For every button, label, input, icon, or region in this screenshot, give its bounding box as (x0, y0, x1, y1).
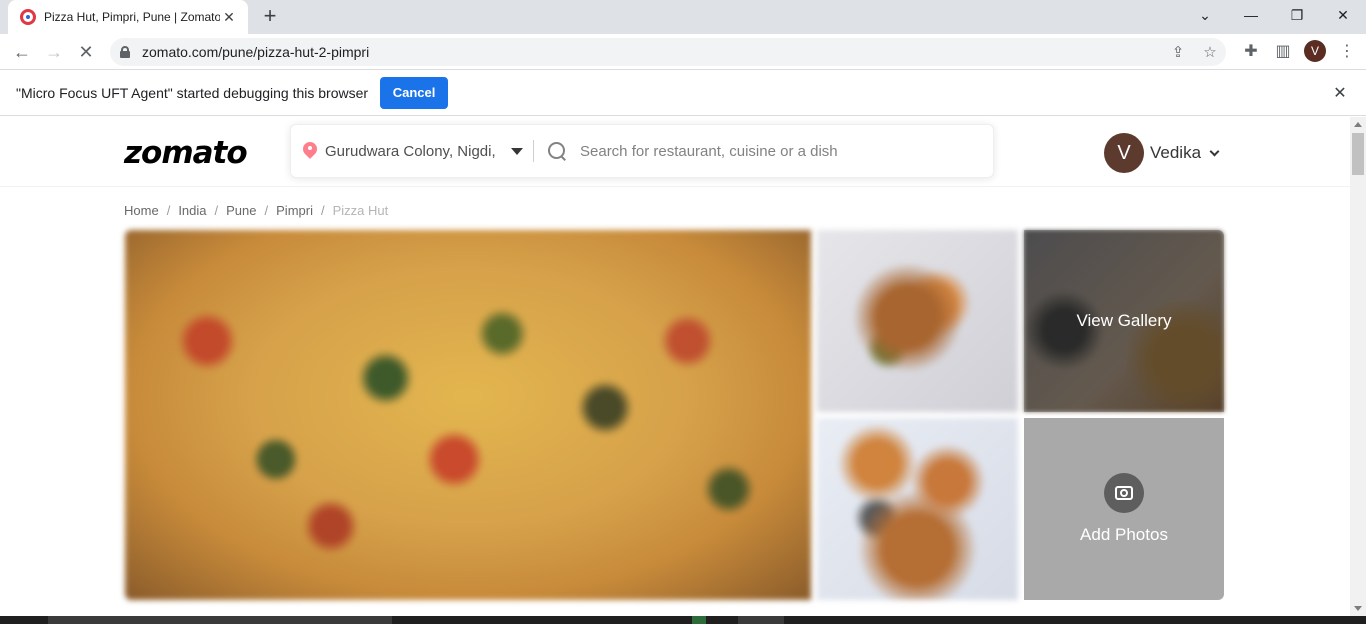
breadcrumb-pune[interactable]: Pune (226, 203, 256, 218)
share-icon[interactable]: ⇪ (1168, 42, 1188, 62)
infobar-message: "Micro Focus UFT Agent" started debuggin… (16, 84, 369, 101)
search-bar: Gurudwara Colony, Nigdi, (290, 124, 994, 178)
back-arrow-icon[interactable]: ← (10, 40, 34, 64)
zomato-favicon-icon (20, 9, 36, 25)
caret-down-icon[interactable] (511, 147, 523, 155)
browser-toolbar: ← → ✕ zomato.com/pune/pizza-hut-2-pimpri… (0, 34, 1366, 70)
location-selector[interactable]: Gurudwara Colony, Nigdi, (325, 143, 497, 160)
bookmark-star-icon[interactable]: ☆ (1200, 42, 1220, 62)
avatar[interactable]: V (1104, 133, 1144, 173)
add-photos-label: Add Photos (1080, 525, 1168, 544)
page-viewport: zomato Gurudwara Colony, Nigdi, V Vedika… (0, 117, 1350, 616)
new-tab-plus-icon[interactable]: + (258, 5, 282, 29)
cancel-debugging-button[interactable]: Cancel (380, 76, 449, 109)
view-gallery-label: View Gallery (1076, 311, 1172, 330)
zomato-header: zomato Gurudwara Colony, Nigdi, V Vedika (0, 117, 1350, 187)
camera-icon-circle (1104, 473, 1144, 513)
side-panel-icon[interactable]: ▥ (1272, 40, 1294, 62)
tab-title: Pizza Hut, Pimpri, Pune | Zomato (44, 10, 220, 24)
breadcrumb-home[interactable]: Home (124, 203, 159, 218)
browser-menu-icon[interactable]: ⋮ (1336, 40, 1358, 62)
gallery-thumbnail-1[interactable] (817, 230, 1018, 412)
restore-icon[interactable]: ❐ (1274, 0, 1320, 30)
scrollbar-thumb[interactable] (1352, 133, 1364, 175)
browser-tab[interactable]: Pizza Hut, Pimpri, Pune | Zomato ✕ (8, 0, 248, 34)
breadcrumb: Home / India / Pune / Pimpri / Pizza Hut (124, 203, 388, 218)
breadcrumb-separator: / (214, 203, 219, 218)
minimize-icon[interactable]: — (1228, 0, 1274, 30)
breadcrumb-separator: / (166, 203, 171, 218)
browser-tab-strip: Pizza Hut, Pimpri, Pune | Zomato ✕ + ⌄ —… (0, 0, 1366, 34)
breadcrumb-current: Pizza Hut (332, 203, 389, 218)
search-divider (533, 140, 534, 162)
add-photos-button[interactable]: Add Photos (1024, 418, 1224, 600)
breadcrumb-pimpri[interactable]: Pimpri (276, 203, 313, 218)
view-gallery-button[interactable]: View Gallery (1024, 230, 1224, 412)
window-controls: ⌄ — ❐ ✕ (1182, 0, 1366, 30)
tab-search-chevron-icon[interactable]: ⌄ (1182, 0, 1228, 30)
breadcrumb-separator: / (264, 203, 269, 218)
chevron-down-icon[interactable] (1209, 146, 1220, 156)
lock-icon[interactable] (120, 46, 130, 58)
stop-loading-icon[interactable]: ✕ (74, 40, 98, 64)
breadcrumb-india[interactable]: India (178, 203, 206, 218)
location-pin-icon (303, 142, 317, 160)
tab-close-icon[interactable]: ✕ (220, 8, 238, 26)
search-input[interactable] (580, 142, 960, 160)
taskbar-app-icon[interactable] (738, 616, 784, 624)
user-menu[interactable]: V Vedika (1104, 133, 1220, 173)
url-text[interactable]: zomato.com/pune/pizza-hut-2-pimpri (142, 44, 369, 60)
profile-avatar[interactable]: V (1304, 40, 1326, 62)
zomato-logo[interactable]: zomato (124, 135, 248, 171)
user-name[interactable]: Vedika (1150, 143, 1201, 163)
window-close-icon[interactable]: ✕ (1320, 0, 1366, 30)
scroll-down-arrow-icon[interactable] (1354, 606, 1362, 611)
scroll-up-arrow-icon[interactable] (1354, 122, 1362, 127)
camera-icon (1115, 486, 1133, 500)
forward-arrow-icon[interactable]: → (42, 40, 66, 64)
extensions-puzzle-icon[interactable]: ✚ (1240, 40, 1262, 62)
page-scrollbar[interactable] (1350, 117, 1366, 616)
gallery-thumbnail-3[interactable] (817, 418, 1018, 600)
os-taskbar (0, 616, 1366, 624)
infobar-close-icon[interactable]: ✕ (1330, 83, 1350, 103)
taskbar-search-box[interactable] (48, 616, 392, 624)
search-icon (548, 142, 566, 160)
taskbar-app-icon[interactable] (692, 616, 706, 624)
debugging-infobar: "Micro Focus UFT Agent" started debuggin… (0, 70, 1366, 116)
hero-pizza-photo[interactable] (125, 230, 811, 600)
address-bar[interactable]: zomato.com/pune/pizza-hut-2-pimpri ⇪ ☆ (110, 38, 1226, 66)
breadcrumb-separator: / (320, 203, 325, 218)
